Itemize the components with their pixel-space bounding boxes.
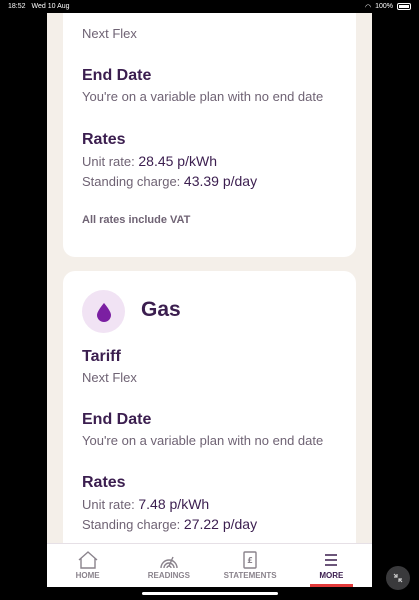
statements-icon: £ [243, 551, 257, 569]
electricity-end-date-value: You're on a variable plan with no end da… [82, 89, 324, 104]
gas-unit-rate: Unit rate: 7.48 p/kWh [82, 496, 209, 512]
electricity-unit-rate-label: Unit rate: [82, 154, 135, 169]
gas-tariff-value: Next Flex [82, 370, 137, 385]
tab-more[interactable]: MORE [291, 544, 372, 587]
tab-home[interactable]: HOME [47, 544, 128, 587]
gas-rates-title: Rates [82, 474, 126, 491]
electricity-unit-rate-value: 28.45 p/kWh [138, 153, 217, 169]
tab-home-label: HOME [75, 571, 100, 580]
tab-more-label: MORE [319, 571, 344, 580]
gas-end-date-title: End Date [82, 411, 152, 428]
status-bar: 18:52 Wed 10 Aug ◠ 100% [0, 0, 419, 13]
status-date: Wed 10 Aug [31, 3, 70, 10]
tab-readings-label: READINGS [147, 571, 190, 580]
electricity-standing-label: Standing charge: [82, 174, 181, 189]
bottom-tab-bar: HOME READINGS £ STATEMENTS MORE [47, 543, 372, 587]
gas-unit-rate-value: 7.48 p/kWh [138, 496, 210, 512]
tab-statements-label: STATEMENTS [223, 571, 277, 580]
gas-standing-value: 27.22 p/day [183, 516, 258, 532]
svg-text:£: £ [247, 556, 253, 565]
gas-standing-label: Standing charge: [82, 517, 181, 532]
tab-statements[interactable]: £ STATEMENTS [210, 544, 291, 587]
battery-percent: 100% [375, 3, 393, 10]
tab-readings[interactable]: READINGS [128, 544, 209, 587]
electricity-standing-value: 43.39 p/day [183, 173, 258, 189]
gas-card: Gas Tariff Next Flex End Date You're on … [63, 271, 356, 587]
battery-icon [397, 3, 411, 10]
electricity-card: Next Flex End Date You're on a variable … [63, 13, 356, 257]
home-indicator[interactable] [142, 592, 278, 595]
electricity-unit-rate: Unit rate: 28.45 p/kWh [82, 153, 217, 169]
home-icon [78, 551, 98, 569]
gas-unit-rate-label: Unit rate: [82, 497, 135, 512]
readings-icon [160, 556, 178, 569]
status-time: 18:52 [8, 3, 26, 10]
electricity-rates-title: Rates [82, 131, 126, 148]
electricity-end-date-title: End Date [82, 67, 152, 84]
gas-end-date-value: You're on a variable plan with no end da… [82, 433, 324, 448]
app-screen: Next Flex End Date You're on a variable … [47, 13, 372, 587]
electricity-tariff-value: Next Flex [82, 26, 137, 41]
gas-drop-icon [82, 290, 125, 333]
gas-title: Gas [141, 298, 181, 321]
electricity-standing-charge: Standing charge: 43.39 p/day [82, 173, 257, 189]
gas-standing-charge: Standing charge: 27.22 p/day [82, 516, 257, 532]
vat-note: All rates include VAT [82, 214, 191, 226]
menu-icon [325, 554, 338, 566]
gas-tariff-title: Tariff [82, 348, 121, 365]
collapse-icon[interactable] [386, 566, 410, 590]
wifi-icon: ◠ [364, 3, 372, 11]
